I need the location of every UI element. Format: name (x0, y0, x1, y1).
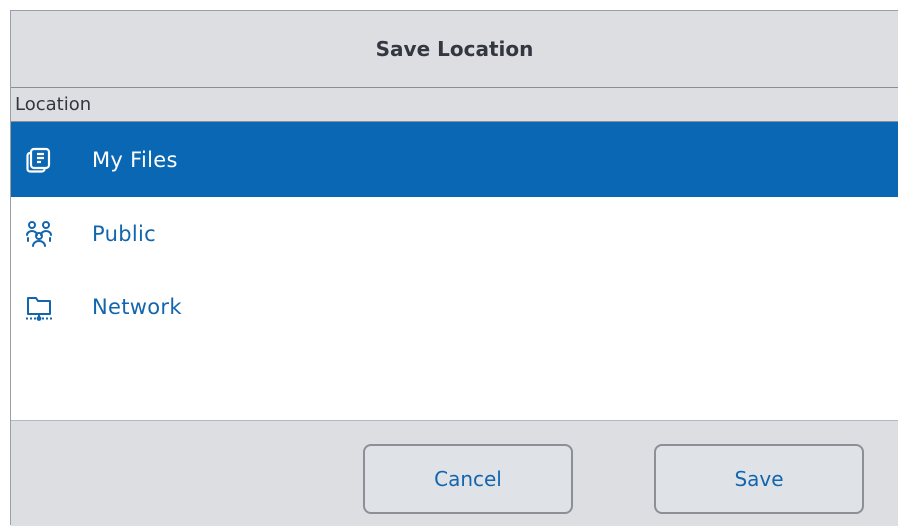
location-list: My Files Public Network (11, 122, 898, 343)
save-button[interactable]: Save (654, 444, 864, 514)
location-section-header: Location (11, 87, 898, 122)
location-item-label: Public (92, 221, 156, 246)
location-section-label: Location (15, 94, 92, 115)
location-item-network[interactable]: Network (11, 270, 898, 343)
location-item-public[interactable]: Public (11, 197, 898, 270)
location-item-label: My Files (92, 147, 178, 172)
cancel-button[interactable]: Cancel (363, 444, 573, 514)
save-location-dialog: Save Location Location My Files Public N… (10, 10, 898, 526)
location-item-label: Network (92, 294, 182, 319)
dialog-footer: Cancel Save (11, 420, 898, 526)
dialog-titlebar: Save Location (11, 11, 898, 87)
people-group-icon (25, 220, 53, 248)
location-item-my-files[interactable]: My Files (11, 122, 898, 197)
network-folder-icon (25, 293, 53, 321)
dialog-title: Save Location (375, 37, 534, 61)
documents-icon (25, 146, 53, 174)
